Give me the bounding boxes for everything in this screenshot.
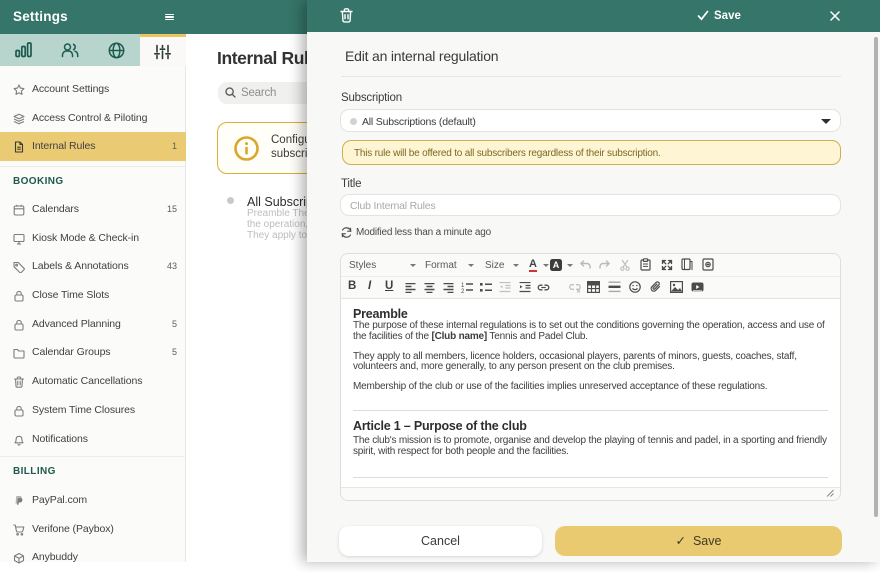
svg-text:2: 2: [461, 289, 465, 293]
